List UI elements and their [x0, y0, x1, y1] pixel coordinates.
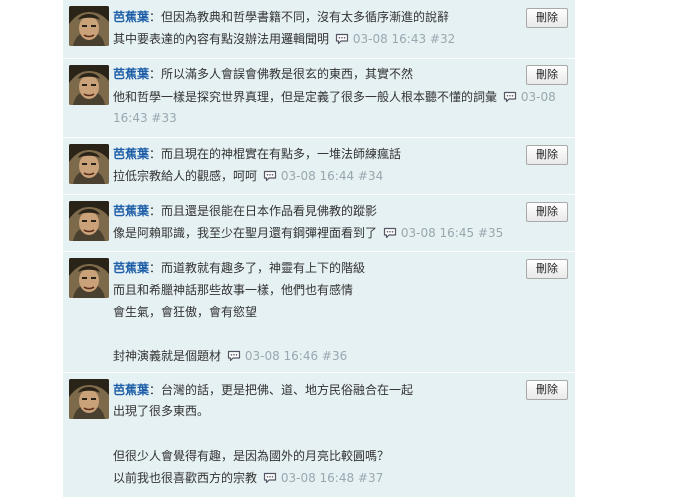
comment-bubble-icon[interactable]	[263, 472, 277, 484]
delete-button[interactable]: 刪除	[526, 145, 568, 165]
comment-text: 而道教就有趣多了，神靈有上下的階級	[161, 261, 366, 275]
delete-button[interactable]: 刪除	[526, 202, 568, 222]
comment-bubble-icon[interactable]	[383, 227, 397, 239]
comment-text: 像是阿賴耶識，我至少在聖月還有鋼彈裡面看到了	[113, 226, 378, 240]
comment-item: 芭蕉葉：台灣的話，更是把佛、道、地方民俗融合在一起 出現了很多東西。 但很少人會…	[63, 373, 575, 498]
comment-author[interactable]: 芭蕉葉	[113, 383, 149, 397]
comment-timestamp: 03-08 16:45 #35	[400, 226, 504, 240]
comment-text: 但很少人會覺得有趣，是因為國外的月亮比較圓嗎？	[113, 449, 390, 463]
comment-text: 拉低宗教給人的觀感，呵呵	[113, 169, 258, 183]
comment-bubble-icon[interactable]	[335, 33, 349, 45]
comment-author[interactable]: 芭蕉葉	[113, 261, 149, 275]
comment-text: 而且現在的神棍實在有點多，一堆法師練瘋話	[161, 147, 402, 161]
user-avatar-icon[interactable]	[69, 6, 109, 46]
comment-author[interactable]: 芭蕉葉	[113, 147, 149, 161]
comment-text: 而且和希臘神話那些故事一樣，他們也有感情	[113, 283, 354, 297]
delete-button[interactable]: 刪除	[526, 380, 568, 400]
user-avatar-icon[interactable]	[69, 144, 109, 184]
comment-text: 但因為教典和哲學書籍不同，沒有太多循序漸進的說辭	[161, 10, 450, 24]
user-avatar-icon[interactable]	[69, 258, 109, 298]
comment-text: 封神演義就是個題材	[113, 349, 222, 363]
comment-text: 他和哲學一樣是探究世界真理，但是定義了很多一般人根本聽不懂的詞彙	[113, 90, 498, 104]
comment-author[interactable]: 芭蕉葉	[113, 10, 149, 24]
comment-timestamp: 03-08 16:48 #37	[280, 471, 384, 485]
comment-bubble-icon[interactable]	[227, 350, 241, 362]
comment-text: 出現了很多東西。	[113, 404, 210, 418]
comment-date: 03-08	[520, 90, 556, 104]
comment-timestamp: 03-08 16:43 #32	[352, 32, 456, 46]
comment-item: 芭蕉葉：而且還是很能在日本作品看見佛教的蹤影 像是阿賴耶識，我至少在聖月還有鋼彈…	[63, 195, 575, 252]
comment-item: 芭蕉葉：但因為教典和哲學書籍不同，沒有太多循序漸進的說辭 其中要表達的內容有點沒…	[63, 0, 575, 59]
comment-bubble-icon[interactable]	[263, 170, 277, 182]
comment-author[interactable]: 芭蕉葉	[113, 67, 149, 81]
delete-button[interactable]: 刪除	[526, 259, 568, 279]
comment-item: 芭蕉葉：而道教就有趣多了，神靈有上下的階級 而且和希臘神話那些故事一樣，他們也有…	[63, 252, 575, 373]
comment-text: 台灣的話，更是把佛、道、地方民俗融合在一起	[161, 383, 414, 397]
comment-item: 芭蕉葉：而且現在的神棍實在有點多，一堆法師練瘋話 拉低宗教給人的觀感，呵呵 03…	[63, 138, 575, 195]
comment-text: 會生氣，會狂傲，會有慾望	[113, 305, 258, 319]
comment-text: 其中要表達的內容有點沒辦法用邏輯聞明	[113, 32, 330, 46]
comment-text: 所以滿多人會誤會佛教是很玄的東西，其實不然	[161, 67, 414, 81]
comment-bubble-icon[interactable]	[503, 91, 517, 103]
comment-text: 以前我也很喜歡西方的宗教	[113, 471, 258, 485]
comment-timestamp: 03-08 16:44 #34	[280, 169, 384, 183]
comment-time-and-number: 16:43 #33	[113, 111, 177, 125]
comment-timestamp: 03-08 16:46 #36	[244, 349, 348, 363]
user-avatar-icon[interactable]	[69, 201, 109, 241]
comment-author[interactable]: 芭蕉葉	[113, 204, 149, 218]
delete-button[interactable]: 刪除	[526, 65, 568, 85]
comment-item: 芭蕉葉：所以滿多人會誤會佛教是很玄的東西，其實不然 他和哲學一樣是探究世界真理，…	[63, 59, 575, 138]
comment-text: 而且還是很能在日本作品看見佛教的蹤影	[161, 204, 378, 218]
delete-button[interactable]: 刪除	[526, 8, 568, 28]
user-avatar-icon[interactable]	[69, 65, 109, 105]
user-avatar-icon[interactable]	[69, 379, 109, 419]
